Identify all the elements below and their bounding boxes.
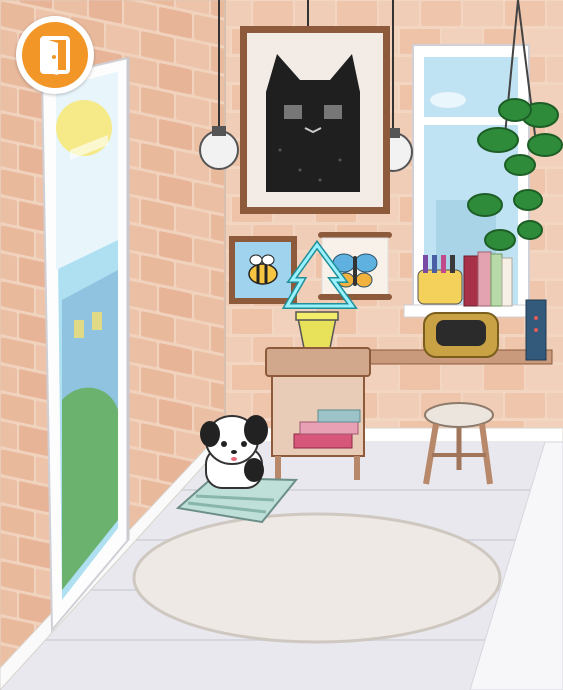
round-rug[interactable]: [132, 512, 502, 644]
blue-book[interactable]: [525, 299, 547, 361]
exit-button[interactable]: [16, 16, 94, 94]
door-exit-icon: [40, 36, 70, 75]
cat-poster[interactable]: [240, 26, 390, 214]
glass-door[interactable]: [40, 56, 130, 633]
bee-picture[interactable]: [229, 236, 297, 304]
room-illustration: [0, 0, 563, 690]
exit-button-fill: [22, 22, 88, 88]
room-scene: [0, 0, 563, 690]
books-on-sill[interactable]: [417, 251, 513, 307]
radio[interactable]: [423, 312, 499, 358]
